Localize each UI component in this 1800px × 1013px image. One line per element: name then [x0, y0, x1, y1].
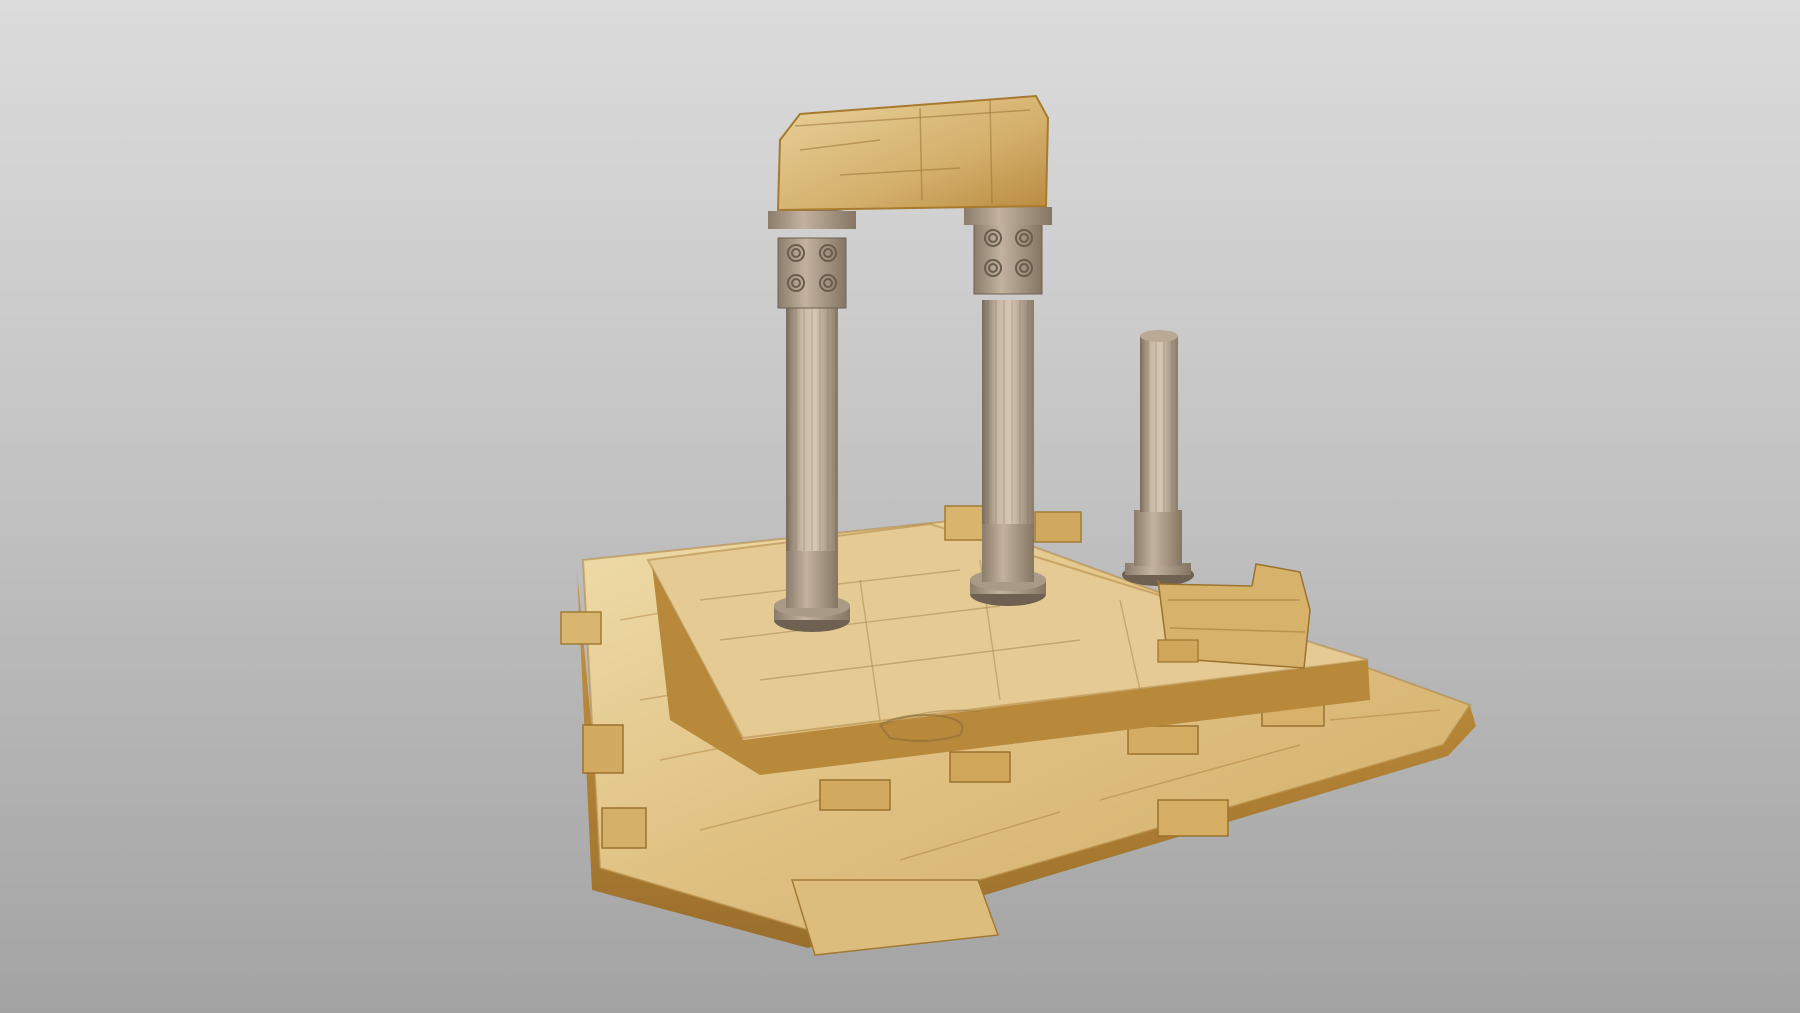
- lintel-block: [776, 94, 1050, 212]
- 3d-viewport[interactable]: [0, 0, 1800, 1013]
- temple-ruin-render: [560, 94, 1476, 956]
- column-broken: [1122, 330, 1194, 586]
